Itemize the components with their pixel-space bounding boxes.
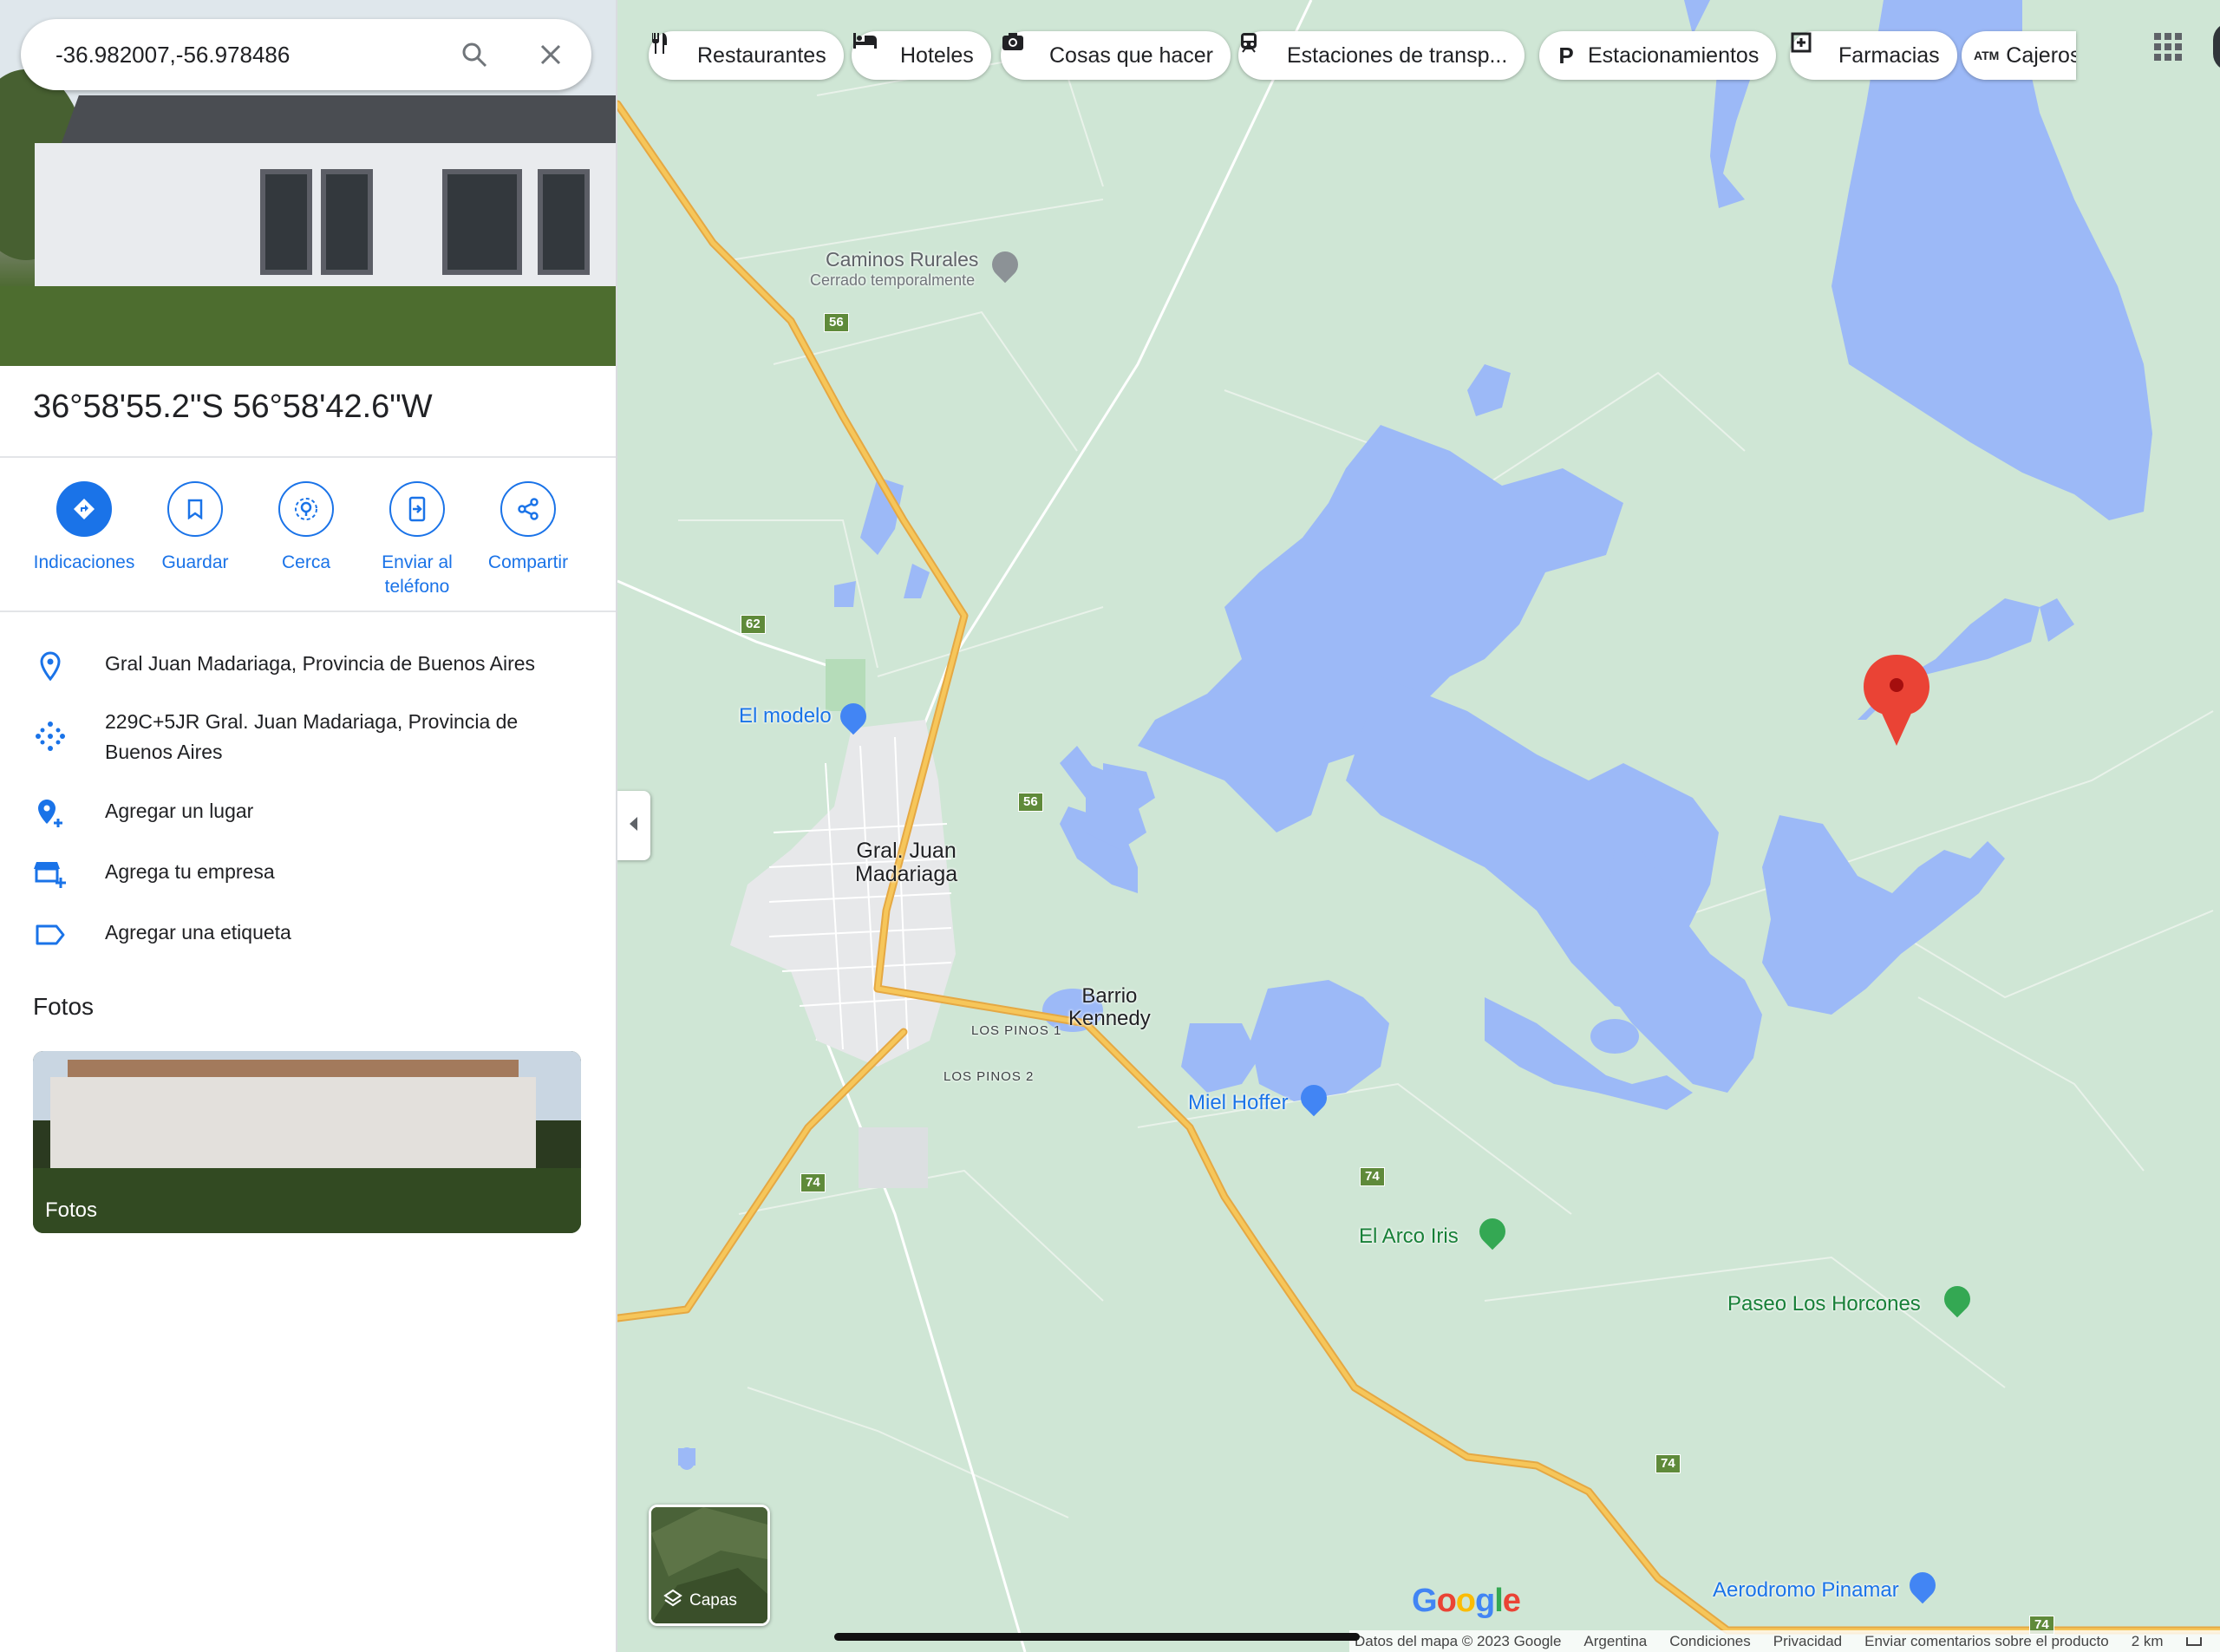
hotel-icon	[853, 33, 893, 70]
save-button[interactable]: Guardar	[139, 481, 251, 575]
address-text: Gral Juan Madariaga, Provincia de Buenos…	[105, 652, 536, 675]
category-chip-hoteles[interactable]: Hoteles	[852, 31, 991, 80]
home-indicator	[834, 1633, 1360, 1641]
poi-status: Cerrado temporalmente	[810, 271, 976, 289]
directions-button[interactable]: Indicaciones	[28, 481, 140, 575]
town-label-line: Gral. Juan	[856, 839, 957, 863]
plus-code-text: 229C+5JR Gral. Juan Madariaga, Provincia…	[105, 710, 519, 763]
category-label: Cajeros	[2006, 42, 2076, 68]
category-chip-cosas-que-hacer[interactable]: Cosas que hacer	[1001, 31, 1231, 80]
transit-icon	[1241, 33, 1280, 70]
action-label: Enviar al teléfono	[382, 552, 453, 597]
photos-card[interactable]: Fotos	[33, 1051, 581, 1233]
feedback-link[interactable]: Enviar comentarios sobre el producto	[1864, 1633, 2109, 1650]
barrio-label-line: Kennedy	[1068, 1007, 1151, 1030]
category-label: Restaurantes	[697, 42, 826, 68]
layers-icon	[663, 1589, 682, 1613]
add-business-text: Agrega tu empresa	[105, 860, 275, 883]
layers-button[interactable]: Capas	[649, 1505, 770, 1626]
map-data-credit: Datos del mapa © 2023 Google	[1355, 1632, 1562, 1649]
route-shield-74: 74	[1655, 1454, 1681, 1473]
privacy-link[interactable]: Privacidad	[1773, 1633, 1842, 1650]
layers-text: Capas	[689, 1591, 737, 1610]
map-canvas[interactable]: Restaurantes Hoteles Cosas que hacer Est…	[617, 0, 2220, 1652]
category-chip-restaurantes[interactable]: Restaurantes	[649, 31, 844, 80]
share-icon	[500, 481, 556, 537]
search-box[interactable]	[21, 19, 591, 90]
directions-icon	[56, 481, 112, 537]
category-chip-estacionamientos[interactable]: P Estacionamientos	[1539, 31, 1777, 80]
add-place-icon	[33, 796, 68, 831]
neighborhood-label: LOS PINOS 1	[971, 1023, 1062, 1038]
parking-icon: P	[1558, 42, 1574, 69]
region-link[interactable]: Argentina	[1583, 1633, 1647, 1650]
restaurant-icon	[652, 33, 690, 70]
category-label: Estaciones de transp...	[1287, 42, 1508, 68]
collapse-panel-button[interactable]	[616, 791, 650, 860]
category-chip-estaciones[interactable]: Estaciones de transp...	[1238, 31, 1525, 80]
action-label: Indicaciones	[33, 552, 135, 572]
add-label-text: Agregar una etiqueta	[105, 921, 291, 944]
place-title: 36°58'55.2"S 56°58'42.6"W	[33, 389, 433, 425]
close-icon[interactable]	[532, 36, 569, 73]
divider	[0, 456, 616, 458]
camera-icon	[1002, 33, 1042, 70]
scale-label[interactable]: 2 km	[2132, 1633, 2164, 1650]
side-panel: 36°58'55.2"S 56°58'42.6"W Indicaciones G…	[0, 0, 617, 1652]
send-to-phone-icon	[389, 481, 445, 537]
category-label: Hoteles	[900, 42, 974, 68]
barrio-label: Barrio Kennedy	[1068, 985, 1151, 1030]
neighborhood-label: LOS PINOS 2	[944, 1069, 1035, 1084]
add-place-text: Agregar un lugar	[105, 800, 254, 822]
label-icon	[33, 917, 68, 952]
nearby-button[interactable]: Cerca	[250, 481, 362, 575]
route-shield-62: 62	[741, 615, 766, 634]
category-chip-farmacias[interactable]: Farmacias	[1790, 31, 1957, 80]
search-icon[interactable]	[456, 36, 493, 73]
location-pin-icon	[33, 649, 68, 683]
map-footer: Datos del mapa © 2023 Google Argentina C…	[1349, 1630, 2220, 1652]
poi-label: Caminos Rurales	[826, 248, 979, 271]
route-shield-74: 74	[1360, 1167, 1385, 1186]
town-label-line: Madariaga	[855, 862, 958, 886]
route-shield-74: 74	[800, 1173, 826, 1192]
search-input[interactable]	[54, 35, 439, 75]
nearby-icon	[278, 481, 334, 537]
send-to-phone-button[interactable]: Enviar al teléfono	[361, 481, 473, 599]
action-label: Compartir	[487, 552, 569, 572]
apps-grid-icon[interactable]	[2154, 33, 2182, 61]
layers-label: Capas	[663, 1589, 737, 1613]
scale-bar	[2185, 1636, 2202, 1646]
bookmark-icon	[167, 481, 223, 537]
photos-caption: Fotos	[45, 1198, 98, 1222]
pharmacy-icon	[1791, 32, 1832, 70]
poi-el-modelo[interactable]: El modelo	[739, 704, 832, 728]
plus-code-icon	[33, 719, 68, 754]
category-label: Cosas que hacer	[1049, 42, 1214, 68]
category-label: Estacionamientos	[1588, 42, 1760, 68]
action-label: Guardar	[161, 552, 229, 572]
share-button[interactable]: Compartir	[472, 481, 584, 575]
photos-heading: Fotos	[33, 993, 95, 1020]
route-shield-56: 56	[1018, 793, 1043, 812]
category-label: Farmacias	[1838, 42, 1940, 68]
route-shield-56: 56	[824, 313, 849, 332]
atm-icon: ATM	[1974, 49, 2000, 62]
category-chip-cajeros[interactable]: ATM Cajeros	[1962, 31, 2076, 80]
terms-link[interactable]: Condiciones	[1669, 1633, 1751, 1650]
chevron-left-icon	[627, 816, 639, 836]
poi-aerodromo-pinamar[interactable]: Aerodromo Pinamar	[1713, 1578, 1899, 1603]
add-business-icon	[33, 857, 68, 891]
action-label: Cerca	[281, 552, 331, 572]
poi-paseo-los-horcones[interactable]: Paseo Los Horcones	[1727, 1292, 1921, 1316]
poi-caminos-rurales[interactable]: Caminos Rurales Cerrado temporalmente	[810, 248, 979, 290]
poi-miel-hoffer[interactable]: Miel Hoffer	[1188, 1091, 1289, 1115]
town-label: Gral. Juan Madariaga	[855, 839, 957, 886]
google-logo: Google	[1412, 1583, 1521, 1619]
poi-el-arco-iris[interactable]: El Arco Iris	[1359, 1224, 1459, 1249]
barrio-label-line: Barrio	[1081, 984, 1138, 1008]
divider	[0, 611, 616, 612]
